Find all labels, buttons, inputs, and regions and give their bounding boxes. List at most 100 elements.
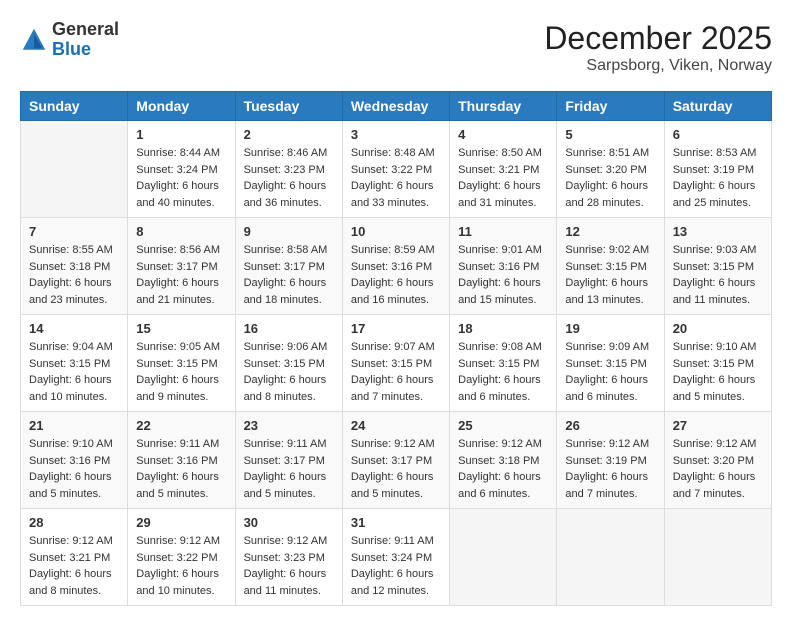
day-info: Sunrise: 8:53 AM Sunset: 3:19 PM Dayligh… — [673, 145, 763, 211]
daylight: Daylight: 6 hours and 5 minutes. — [29, 469, 119, 502]
daylight: Daylight: 6 hours and 25 minutes. — [673, 178, 763, 211]
day-number: 30 — [244, 515, 334, 530]
sunset: Sunset: 3:15 PM — [351, 356, 441, 373]
day-info: Sunrise: 9:10 AM Sunset: 3:15 PM Dayligh… — [673, 339, 763, 405]
sunrise: Sunrise: 9:03 AM — [673, 242, 763, 259]
day-number: 19 — [565, 321, 655, 336]
daylight: Daylight: 6 hours and 31 minutes. — [458, 178, 548, 211]
logo: General Blue — [20, 20, 119, 60]
daylight: Daylight: 6 hours and 10 minutes. — [136, 566, 226, 599]
daylight: Daylight: 6 hours and 15 minutes. — [458, 275, 548, 308]
sunset: Sunset: 3:21 PM — [458, 162, 548, 179]
sunset: Sunset: 3:19 PM — [673, 162, 763, 179]
day-info: Sunrise: 9:01 AM Sunset: 3:16 PM Dayligh… — [458, 242, 548, 308]
day-info: Sunrise: 8:50 AM Sunset: 3:21 PM Dayligh… — [458, 145, 548, 211]
daylight: Daylight: 6 hours and 36 minutes. — [244, 178, 334, 211]
sunset: Sunset: 3:24 PM — [351, 550, 441, 567]
day-info: Sunrise: 8:46 AM Sunset: 3:23 PM Dayligh… — [244, 145, 334, 211]
daylight: Daylight: 6 hours and 21 minutes. — [136, 275, 226, 308]
day-info: Sunrise: 9:11 AM Sunset: 3:24 PM Dayligh… — [351, 533, 441, 599]
day-number: 10 — [351, 224, 441, 239]
sunset: Sunset: 3:20 PM — [673, 453, 763, 470]
day-number: 27 — [673, 418, 763, 433]
sunset: Sunset: 3:16 PM — [458, 259, 548, 276]
daylight: Daylight: 6 hours and 7 minutes. — [565, 469, 655, 502]
day-info: Sunrise: 9:04 AM Sunset: 3:15 PM Dayligh… — [29, 339, 119, 405]
sunset: Sunset: 3:15 PM — [673, 259, 763, 276]
sunset: Sunset: 3:17 PM — [244, 259, 334, 276]
sunrise: Sunrise: 9:05 AM — [136, 339, 226, 356]
sunrise: Sunrise: 9:12 AM — [244, 533, 334, 550]
sunset: Sunset: 3:16 PM — [136, 453, 226, 470]
sunrise: Sunrise: 9:01 AM — [458, 242, 548, 259]
calendar-cell: 6 Sunrise: 8:53 AM Sunset: 3:19 PM Dayli… — [664, 121, 771, 218]
day-info: Sunrise: 9:06 AM Sunset: 3:15 PM Dayligh… — [244, 339, 334, 405]
calendar-cell: 22 Sunrise: 9:11 AM Sunset: 3:16 PM Dayl… — [128, 412, 235, 509]
day-info: Sunrise: 8:44 AM Sunset: 3:24 PM Dayligh… — [136, 145, 226, 211]
day-number: 17 — [351, 321, 441, 336]
day-info: Sunrise: 9:11 AM Sunset: 3:17 PM Dayligh… — [244, 436, 334, 502]
day-number: 1 — [136, 127, 226, 142]
day-number: 11 — [458, 224, 548, 239]
sunrise: Sunrise: 9:12 AM — [351, 436, 441, 453]
sunrise: Sunrise: 9:11 AM — [244, 436, 334, 453]
sunset: Sunset: 3:16 PM — [351, 259, 441, 276]
daylight: Daylight: 6 hours and 33 minutes. — [351, 178, 441, 211]
sunset: Sunset: 3:22 PM — [351, 162, 441, 179]
day-number: 4 — [458, 127, 548, 142]
day-number: 24 — [351, 418, 441, 433]
header-tuesday: Tuesday — [235, 92, 342, 121]
calendar-cell: 7 Sunrise: 8:55 AM Sunset: 3:18 PM Dayli… — [21, 218, 128, 315]
sunset: Sunset: 3:18 PM — [29, 259, 119, 276]
calendar-cell: 16 Sunrise: 9:06 AM Sunset: 3:15 PM Dayl… — [235, 315, 342, 412]
calendar-cell: 2 Sunrise: 8:46 AM Sunset: 3:23 PM Dayli… — [235, 121, 342, 218]
daylight: Daylight: 6 hours and 7 minutes. — [351, 372, 441, 405]
location: Sarpsborg, Viken, Norway — [544, 57, 772, 75]
day-number: 15 — [136, 321, 226, 336]
day-info: Sunrise: 9:12 AM Sunset: 3:21 PM Dayligh… — [29, 533, 119, 599]
daylight: Daylight: 6 hours and 12 minutes. — [351, 566, 441, 599]
day-number: 12 — [565, 224, 655, 239]
logo-blue: Blue — [52, 40, 119, 60]
calendar-cell: 30 Sunrise: 9:12 AM Sunset: 3:23 PM Dayl… — [235, 509, 342, 606]
sunset: Sunset: 3:15 PM — [244, 356, 334, 373]
sunset: Sunset: 3:15 PM — [458, 356, 548, 373]
calendar-cell: 10 Sunrise: 8:59 AM Sunset: 3:16 PM Dayl… — [342, 218, 449, 315]
sunrise: Sunrise: 9:10 AM — [29, 436, 119, 453]
day-number: 25 — [458, 418, 548, 433]
day-number: 6 — [673, 127, 763, 142]
sunrise: Sunrise: 8:51 AM — [565, 145, 655, 162]
day-number: 26 — [565, 418, 655, 433]
logo-icon — [20, 26, 48, 54]
calendar: SundayMondayTuesdayWednesdayThursdayFrid… — [20, 91, 772, 606]
day-info: Sunrise: 8:55 AM Sunset: 3:18 PM Dayligh… — [29, 242, 119, 308]
calendar-cell: 13 Sunrise: 9:03 AM Sunset: 3:15 PM Dayl… — [664, 218, 771, 315]
day-info: Sunrise: 9:10 AM Sunset: 3:16 PM Dayligh… — [29, 436, 119, 502]
sunset: Sunset: 3:22 PM — [136, 550, 226, 567]
calendar-cell: 4 Sunrise: 8:50 AM Sunset: 3:21 PM Dayli… — [450, 121, 557, 218]
sunset: Sunset: 3:23 PM — [244, 162, 334, 179]
calendar-cell: 3 Sunrise: 8:48 AM Sunset: 3:22 PM Dayli… — [342, 121, 449, 218]
sunrise: Sunrise: 8:46 AM — [244, 145, 334, 162]
calendar-cell: 18 Sunrise: 9:08 AM Sunset: 3:15 PM Dayl… — [450, 315, 557, 412]
calendar-cell: 14 Sunrise: 9:04 AM Sunset: 3:15 PM Dayl… — [21, 315, 128, 412]
day-info: Sunrise: 9:08 AM Sunset: 3:15 PM Dayligh… — [458, 339, 548, 405]
calendar-cell: 29 Sunrise: 9:12 AM Sunset: 3:22 PM Dayl… — [128, 509, 235, 606]
day-info: Sunrise: 8:58 AM Sunset: 3:17 PM Dayligh… — [244, 242, 334, 308]
daylight: Daylight: 6 hours and 5 minutes. — [673, 372, 763, 405]
daylight: Daylight: 6 hours and 23 minutes. — [29, 275, 119, 308]
calendar-cell: 11 Sunrise: 9:01 AM Sunset: 3:16 PM Dayl… — [450, 218, 557, 315]
calendar-cell: 26 Sunrise: 9:12 AM Sunset: 3:19 PM Dayl… — [557, 412, 664, 509]
calendar-cell — [21, 121, 128, 218]
header-thursday: Thursday — [450, 92, 557, 121]
day-info: Sunrise: 9:12 AM Sunset: 3:19 PM Dayligh… — [565, 436, 655, 502]
sunrise: Sunrise: 9:09 AM — [565, 339, 655, 356]
month-title: December 2025 — [544, 20, 772, 57]
sunrise: Sunrise: 9:11 AM — [351, 533, 441, 550]
header-wednesday: Wednesday — [342, 92, 449, 121]
header-friday: Friday — [557, 92, 664, 121]
sunrise: Sunrise: 9:02 AM — [565, 242, 655, 259]
sunset: Sunset: 3:23 PM — [244, 550, 334, 567]
day-number: 20 — [673, 321, 763, 336]
day-info: Sunrise: 9:12 AM Sunset: 3:23 PM Dayligh… — [244, 533, 334, 599]
